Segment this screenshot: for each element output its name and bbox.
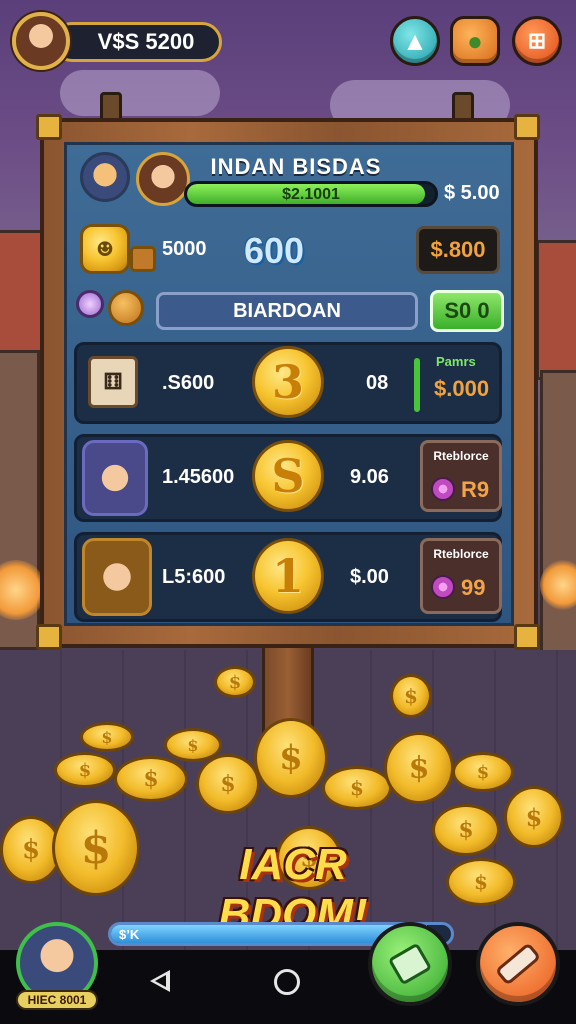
row-character-avatar xyxy=(82,440,148,516)
hammer-icon xyxy=(494,942,542,986)
row-amount: L5:600 xyxy=(162,566,226,588)
bottom-progress-label: $’K xyxy=(119,927,140,942)
pouch-icon xyxy=(108,290,144,326)
reward-card[interactable]: Rteblorce R9 xyxy=(420,440,502,512)
confirm-button[interactable]: S0 0 xyxy=(430,290,504,332)
row-amount: 1.45600 xyxy=(162,466,235,488)
reward-card-title: Rteblorce xyxy=(433,547,489,561)
coin-pile-coin: $ xyxy=(52,800,140,896)
companion-avatar xyxy=(80,152,130,202)
coin-pile-coin: $ xyxy=(196,754,260,814)
coin-1: 1 xyxy=(252,538,324,614)
gem-icon xyxy=(431,477,455,501)
board-corner xyxy=(514,114,540,140)
menu-button[interactable]: ⊞ xyxy=(512,16,562,66)
coin-pile-coin: $ xyxy=(54,752,116,788)
balance-text: $ 5.00 xyxy=(444,182,500,204)
coin-pile-coin: $ xyxy=(80,722,134,752)
confirm-label: S0 0 xyxy=(444,298,490,323)
coin-pile-coin: $ xyxy=(254,718,328,798)
menu-grid-icon: ⊞ xyxy=(527,28,547,53)
up-arrow-icon: ▲ xyxy=(402,25,428,56)
reward-card-value: R9 xyxy=(461,477,490,502)
player-tag: HIEC 8001 xyxy=(16,990,98,1010)
green-marker-icon xyxy=(414,358,420,412)
name-field[interactable]: BIARDOAN xyxy=(156,292,418,330)
cloud xyxy=(60,70,220,116)
reward-card-value: 99 xyxy=(461,575,486,600)
row-value: $.00 xyxy=(350,566,389,588)
right-house-roof xyxy=(536,240,576,380)
coin-symbol: S xyxy=(271,449,305,503)
hero-avatar[interactable] xyxy=(136,152,190,206)
dice-box-icon: ⚅ xyxy=(88,356,138,408)
xp-bar: $2.1001 xyxy=(184,181,438,207)
coin-pile-coin: $ xyxy=(504,786,564,848)
gem-stack-icon xyxy=(387,942,433,986)
lollipop-icon xyxy=(76,290,104,318)
board-corner xyxy=(514,624,540,650)
row-side-title: Pamrs xyxy=(436,354,476,369)
player-avatar[interactable] xyxy=(12,12,70,70)
pet-count: 5000 xyxy=(162,238,207,260)
row-side-price: $.000 xyxy=(434,376,490,401)
coin-dollar: S xyxy=(252,440,324,512)
coin-pile-coin: $ xyxy=(390,674,432,718)
reward-card[interactable]: Rteblorce 99 xyxy=(420,538,502,614)
coin-pile-coin: $ xyxy=(384,732,454,804)
coin-pile-coin: $ xyxy=(114,756,188,802)
board-corner xyxy=(36,624,62,650)
nav-back-icon-inner xyxy=(155,975,166,987)
hero-name: INDAN BISDAS xyxy=(210,154,382,179)
coin-pile-coin: $ xyxy=(432,804,500,856)
map-icon: ● xyxy=(467,25,483,56)
xp-label: $2.1001 xyxy=(282,186,340,203)
pet-icon: ☻ xyxy=(80,224,130,274)
coin-pile-coin: $ xyxy=(214,666,256,698)
currency-text: V$S 5200 xyxy=(97,29,195,54)
row-character-avatar xyxy=(82,538,152,616)
map-button[interactable]: ● xyxy=(450,16,500,66)
coin-symbol: 1 xyxy=(271,549,304,603)
right-house xyxy=(540,370,576,660)
reward-card-title: Rteblorce xyxy=(433,449,489,463)
coin-pile-coin: $ xyxy=(322,766,392,810)
coin-pile-coin: $ xyxy=(446,858,516,906)
gem-icon xyxy=(431,575,455,599)
upgrade-button[interactable]: ▲ xyxy=(390,16,440,66)
collect-button[interactable] xyxy=(368,922,452,1006)
gem-price-label: $.800 xyxy=(430,237,486,262)
gem-price-button[interactable]: $.800 xyxy=(416,226,500,274)
row-value: 08 xyxy=(366,372,389,394)
coin-pile-coin: $ xyxy=(452,752,514,792)
row-value: 9.06 xyxy=(350,466,389,488)
name-field-text: BIARDOAN xyxy=(233,299,341,322)
nav-home-icon[interactable] xyxy=(274,969,300,995)
chest-icon xyxy=(130,246,156,272)
build-button[interactable] xyxy=(476,922,560,1006)
row-amount: .S600 xyxy=(162,372,215,394)
coin-symbol: 3 xyxy=(271,355,304,409)
currency-display: V$S 5200 xyxy=(52,22,222,62)
gem-count: 600 xyxy=(244,230,305,271)
board-corner xyxy=(36,114,62,140)
coin-3: 3 xyxy=(252,346,324,418)
